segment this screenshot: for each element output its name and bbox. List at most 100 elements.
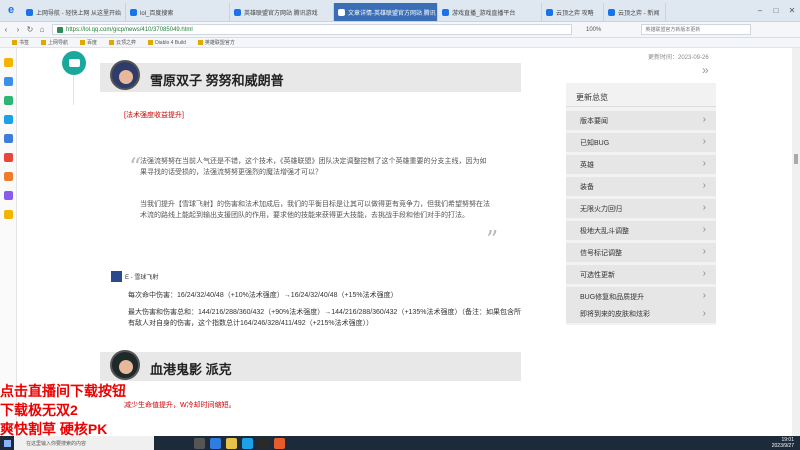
update-overview-panel: 更新总览 版本要闻 › 已知BUG › 英雄 › 装备 › 无限火力回归 › 极地大乱斗调…: [566, 83, 716, 325]
tab-label: 云顶之弈 - 新闻: [618, 10, 660, 17]
chevron-right-icon: ›: [702, 180, 706, 191]
forward-icon[interactable]: ›: [12, 25, 24, 34]
url-input[interactable]: https://lol.qq.com/gicp/news/410/3708504…: [52, 24, 572, 35]
game-icon[interactable]: [3, 172, 13, 181]
hero-heading-pyke: 血港鬼影 派克: [100, 350, 521, 381]
snowball-skill-icon: [111, 271, 122, 282]
stream-overlay-line: 下载极无双2: [0, 402, 78, 418]
tab-5[interactable]: 云顶之弈 攻略: [542, 3, 604, 21]
panel-item[interactable]: 即将到来的皮肤和炫彩 ›: [566, 305, 716, 323]
windows-icon: [3, 439, 11, 447]
chevron-right-icon: ›: [702, 136, 706, 147]
folder-icon: [197, 40, 203, 45]
tab-favicon-icon: [608, 8, 615, 16]
bookmarks-bar: 书签 上网导航 百度 云顶之弈 Diablo 4 Build 英雄联盟官方: [0, 38, 800, 48]
edge-icon[interactable]: [210, 437, 221, 449]
hero-avatar: [110, 60, 140, 90]
tab-3[interactable]: 文章详情-英雄联盟官方网站 腾讯: [334, 3, 438, 21]
bookmark-item[interactable]: 书签: [12, 39, 29, 46]
apps-icon[interactable]: [3, 134, 13, 143]
tab-favicon-icon: [26, 8, 33, 16]
video-icon[interactable]: [3, 153, 13, 162]
panel-item[interactable]: 可选性更新 ›: [566, 265, 716, 284]
hero-heading-nunu: 雪原双子 努努和威朗普: [100, 60, 521, 92]
panel-item[interactable]: 版本要闻 ›: [566, 111, 716, 130]
game-app-icon[interactable]: [274, 437, 285, 449]
quote-close-icon: ”: [486, 226, 499, 254]
close-icon[interactable]: ✕: [784, 6, 800, 15]
panel-item[interactable]: BUG修复和品质提升 ›: [566, 287, 716, 306]
search-placeholder: 英雄联盟官方新版本更新: [645, 27, 701, 33]
home-icon[interactable]: ⌂: [36, 25, 48, 34]
task-view-icon[interactable]: [194, 437, 205, 449]
panel-item[interactable]: 已知BUG ›: [566, 133, 716, 152]
double-chevron-icon[interactable]: »: [702, 63, 708, 77]
panel-item[interactable]: 装备 ›: [566, 177, 716, 196]
chevron-right-icon: ›: [702, 246, 706, 257]
tab-favicon-icon: [546, 8, 553, 16]
explorer-icon[interactable]: [226, 437, 237, 449]
refresh-icon[interactable]: ↻: [24, 25, 36, 34]
lock-icon: [57, 26, 63, 33]
maximize-icon[interactable]: □: [768, 6, 784, 15]
translate-icon[interactable]: [3, 115, 13, 124]
media-app-icon[interactable]: [258, 437, 269, 449]
hero-change-tag: 减少生命值提升，W冷却时间缩短。: [124, 402, 236, 409]
tab-label: lol_百度搜索: [140, 10, 174, 17]
scrollbar-thumb[interactable]: [794, 154, 798, 164]
panel-item[interactable]: 无限火力回归 ›: [566, 199, 716, 218]
panel-item-label: 无限火力回归: [580, 205, 622, 213]
browser-logo-icon[interactable]: e: [0, 0, 22, 21]
bookmark-item[interactable]: 上网导航: [41, 39, 68, 46]
tools-icon[interactable]: [3, 191, 13, 200]
skill-row: E - 雪球飞射: [111, 271, 158, 282]
chat-button[interactable]: [62, 51, 86, 75]
folder-icon: [148, 40, 154, 45]
bookmark-item[interactable]: 云顶之弈: [109, 39, 136, 46]
tab-label: 文章详情-英雄联盟官方网站 腾讯: [348, 10, 436, 17]
taskbar-clock[interactable]: 19:01 2023/9/27: [772, 437, 794, 449]
page-scrollbar[interactable]: [792, 48, 800, 436]
zoom-level[interactable]: 100%: [586, 27, 601, 33]
dev-quote-paragraph: 当我们提升【雪球飞射】的伤害和法术加成后，我们的平衡目标是让其可以做得更有竞争力…: [140, 201, 490, 219]
panel-item[interactable]: 信号标记调整 ›: [566, 243, 716, 262]
tab-favicon-icon: [338, 8, 345, 16]
hero-change-tag: [法术强度收益提升]: [124, 112, 184, 119]
chevron-right-icon: ›: [702, 308, 706, 319]
bookmark-item[interactable]: 百度: [80, 39, 97, 46]
tab-favicon-icon: [234, 8, 241, 16]
browser-app-icon[interactable]: [242, 437, 253, 449]
windows-taskbar: 在这里输入你要搜索的内容 19:01 2023/9/27: [0, 436, 800, 450]
browser-search-input[interactable]: 英雄联盟官方新版本更新: [641, 24, 752, 35]
tab-label: 上网导航 - 轻快上网 从这里开始: [36, 10, 121, 17]
tab-2[interactable]: 英雄联盟官方网站 腾讯游戏: [230, 3, 334, 21]
panel-item[interactable]: 英雄 ›: [566, 155, 716, 174]
mail-icon[interactable]: [3, 77, 13, 86]
clock-date: 2023/9/27: [771, 443, 794, 449]
hero-avatar: [110, 350, 140, 380]
tab-4[interactable]: 游戏直播_游戏直播平台: [438, 3, 542, 21]
tab-favicon-icon: [442, 8, 449, 16]
url-text: https://lol.qq.com/gicp/news/410/3708504…: [66, 26, 193, 33]
taskbar-search-input[interactable]: 在这里输入你要搜索的内容: [14, 436, 154, 450]
wechat-icon[interactable]: [3, 96, 13, 105]
bookmark-item[interactable]: Diablo 4 Build: [148, 40, 186, 46]
tab-0[interactable]: 上网导航 - 轻快上网 从这里开始: [22, 3, 126, 21]
chevron-right-icon: ›: [702, 290, 706, 301]
back-icon[interactable]: ‹: [0, 25, 12, 34]
bookmark-item[interactable]: 英雄联盟官方: [197, 39, 235, 46]
panel-title: 更新总览: [576, 93, 608, 102]
note-icon[interactable]: [3, 210, 13, 219]
panel-item-label: 版本要闻: [580, 117, 608, 125]
panel-item-label: BUG修复和品质提升: [580, 293, 645, 301]
favorites-icon[interactable]: [3, 58, 13, 67]
dev-quote-paragraph: 法强流努努在当前人气还是不错，这个技术，《英雄联盟》团队决定调整控制了这个英雄重…: [140, 158, 487, 176]
panel-item[interactable]: 极地大乱斗调整 ›: [566, 221, 716, 240]
tab-1[interactable]: lol_百度搜索: [126, 3, 230, 21]
stream-overlay-line: 点击直播间下载按钮: [0, 383, 126, 399]
start-button[interactable]: [0, 436, 14, 450]
tab-6[interactable]: 云顶之弈 - 新闻: [604, 3, 666, 21]
folder-icon: [41, 40, 47, 45]
chevron-right-icon: ›: [702, 224, 706, 235]
minimize-icon[interactable]: –: [752, 6, 768, 15]
